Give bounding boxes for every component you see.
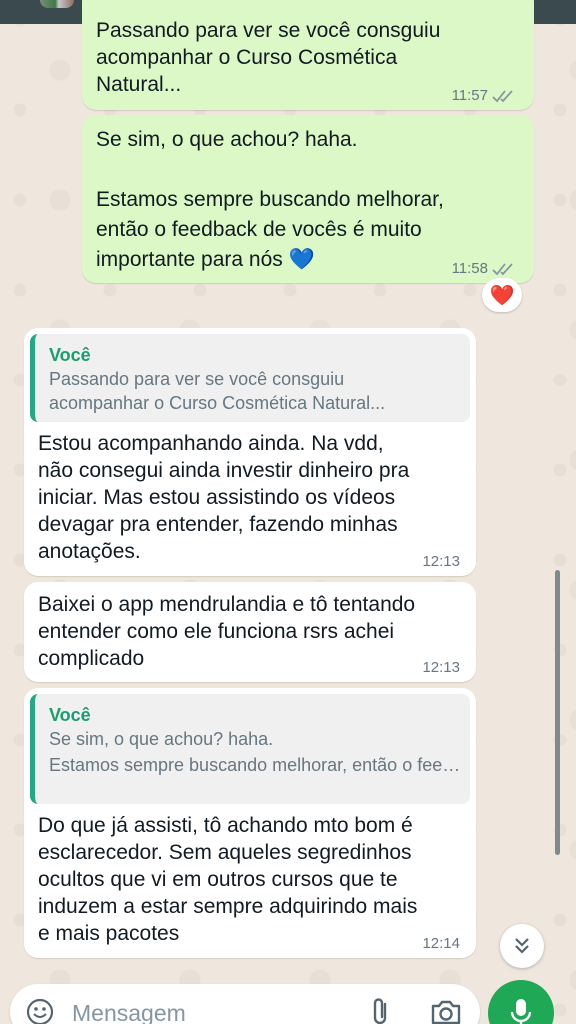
contact-avatar[interactable] [40, 0, 74, 8]
paperclip-icon[interactable] [368, 996, 394, 1024]
quote-author: Você [49, 705, 91, 725]
message-time: 12:13 [422, 553, 460, 570]
double-check-icon [492, 89, 513, 102]
quoted-message[interactable]: Você Se sim, o que achou? haha. Estamos … [30, 694, 470, 804]
quote-author: Você [49, 345, 91, 365]
quote-text: Se sim, o que achou? haha. [49, 729, 274, 749]
message-input[interactable]: Mensagem [72, 1000, 186, 1024]
message-text: Baixei o app mendrulandia e tô tentando … [38, 593, 416, 670]
message-meta: 12:13 [422, 553, 460, 570]
message-meta: 11:57 [452, 87, 518, 104]
message-text: Do que já assisti, tô achando mto bom é … [38, 814, 418, 945]
camera-icon[interactable] [430, 998, 462, 1024]
message-time: 11:57 [451, 87, 488, 104]
scroll-to-bottom-button[interactable] [500, 924, 544, 968]
message-incoming[interactable]: Baixei o app mendrulandia e tô tentando … [24, 582, 476, 682]
message-text: Passando para ver se você consguiu acomp… [96, 19, 441, 96]
message-meta: 12:13 [422, 659, 460, 676]
message-outgoing[interactable]: Se sim, o que achou? haha. Estamos sempr… [82, 115, 534, 283]
quote-text: Estamos sempre buscando melhorar, então … [49, 755, 463, 775]
double-chevron-down-icon [515, 938, 529, 954]
message-outgoing[interactable]: Passando para ver se você consguiu acomp… [82, 0, 534, 110]
double-check-icon [492, 262, 513, 275]
message-time: 11:58 [451, 260, 488, 277]
message-incoming[interactable]: Você Se sim, o que achou? haha. Estamos … [24, 688, 476, 958]
quote-text: Passando para ver se você consguiu acomp… [49, 369, 386, 413]
emoji-icon[interactable] [26, 998, 54, 1024]
message-time: 12:14 [422, 935, 460, 952]
message-text: Estou acompanhando ainda. Na vdd, não co… [38, 432, 410, 563]
message-meta: 11:58 [452, 260, 518, 277]
heart-reaction: ❤️ [489, 284, 515, 307]
quoted-message[interactable]: Você Passando para ver se você consguiu … [30, 334, 470, 422]
scrollbar[interactable] [555, 570, 560, 855]
message-incoming[interactable]: Você Passando para ver se você consguiu … [24, 328, 476, 576]
message-meta: 12:14 [422, 935, 460, 952]
reaction-badge[interactable]: ❤️ [482, 278, 522, 312]
mic-icon [510, 999, 532, 1024]
message-text: Se sim, o que achou? haha. Estamos sempr… [96, 128, 444, 271]
message-composer[interactable]: Mensagem [10, 984, 480, 1024]
message-time: 12:13 [422, 659, 460, 676]
